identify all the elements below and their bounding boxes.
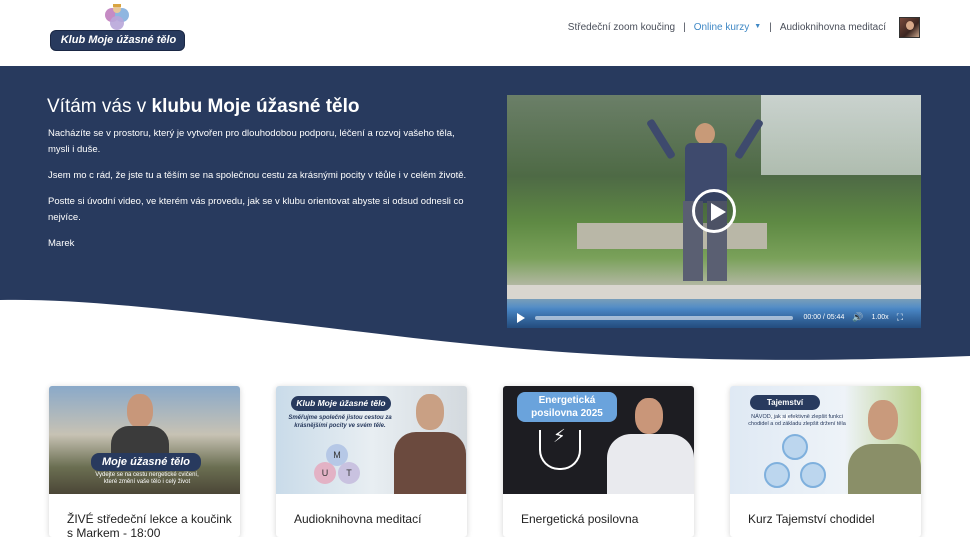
- avatar[interactable]: [899, 16, 920, 38]
- video-controls: 00:00 / 05:44 🔊 1.00x ⛶: [507, 307, 921, 328]
- card-image: Klub Moje úžasné tělo Směřujme společně …: [276, 386, 467, 494]
- foot-diagram-icon: [764, 462, 790, 488]
- intro-paragraph: Postte si úvodní video, ve kterém vás pr…: [48, 196, 464, 223]
- title-prefix: Vítám vás v: [47, 96, 152, 117]
- card-badge-line: Energetická: [538, 395, 596, 406]
- course-card-live-lessons[interactable]: Moje úžasné tělo Vydejte se na cestu ner…: [49, 386, 240, 537]
- card-subtitle-line: NÁVOD, jak si efektivně zlepšit funkci: [751, 414, 843, 420]
- nav-separator: |: [683, 21, 686, 33]
- main-nav: Středeční zoom koučing | Online kurzy ▼ |…: [568, 15, 920, 39]
- signature: Marek: [48, 238, 75, 249]
- logo-text: Klub Moje úžasné tělo: [60, 34, 177, 46]
- card-badge: Moje úžasné tělo: [91, 453, 201, 471]
- card-image-body: [394, 432, 466, 494]
- card-badge: Energetická posilovna 2025: [517, 392, 617, 422]
- nav-item-label: Online kurzy: [693, 21, 750, 33]
- card-image-body: [848, 444, 921, 494]
- course-card-feet-secrets[interactable]: Tajemství chodidel NÁVOD, jak si efektiv…: [730, 386, 921, 537]
- card-image-face: [127, 394, 153, 428]
- card-circle-letter: U: [314, 462, 336, 484]
- play-icon[interactable]: [517, 312, 525, 323]
- card-subtitle: Směřujme společně jistou cestou za krásn…: [288, 415, 392, 429]
- card-image: Moje úžasné tělo Vydejte se na cestu ner…: [49, 386, 240, 494]
- video-time: 00:00 / 05:44: [803, 314, 845, 321]
- card-subtitle-line: chodidel a od základu zlepšit držení těl…: [748, 421, 846, 427]
- hero-section: Vítám vás v klubu Moje úžasné tělo Nachá…: [0, 66, 970, 366]
- card-badge-line: posilovna 2025: [531, 408, 603, 419]
- chevron-down-icon: ▼: [754, 23, 762, 31]
- card-subtitle-line: Vydejte se na cestu nergetické cvičení,: [95, 472, 199, 478]
- intro-video[interactable]: 00:00 / 05:44 🔊 1.00x ⛶: [507, 95, 921, 328]
- card-subtitle: NÁVOD, jak si efektivně zlepšit funkci c…: [742, 414, 852, 428]
- video-person-arm: [733, 118, 765, 160]
- hero-intro-text: Nacházíte se v prostoru, který je vytvoř…: [48, 126, 468, 262]
- page-title: Vítám vás v klubu Moje úžasné tělo: [47, 96, 360, 118]
- video-pool-edge: [507, 285, 921, 299]
- playback-speed[interactable]: 1.00x: [872, 314, 889, 321]
- nav-item-online-courses[interactable]: Online kurzy ▼: [694, 22, 762, 33]
- foot-diagram-icon: [800, 462, 826, 488]
- lightning-icon: ⚡: [553, 426, 566, 446]
- card-image-face: [868, 400, 898, 440]
- volume-icon[interactable]: 🔊: [852, 312, 863, 323]
- card-image-face: [635, 398, 663, 434]
- card-title[interactable]: ŽIVÉ středeční lekce a koučink s Markem …: [67, 512, 237, 537]
- card-title[interactable]: Audioknihovna meditací: [294, 512, 464, 526]
- video-progress-bar[interactable]: [535, 315, 794, 320]
- logo-mark-icon: [105, 4, 129, 30]
- course-card-meditation-library[interactable]: Klub Moje úžasné tělo Směřujme společně …: [276, 386, 467, 537]
- video-sky: [761, 95, 921, 175]
- card-image-body: [607, 434, 694, 494]
- card-title[interactable]: Kurz Tajemství chodidel: [748, 512, 918, 526]
- card-subtitle: Vydejte se na cestu nergetické cvičení, …: [91, 472, 203, 486]
- card-circle-letter: T: [338, 462, 360, 484]
- nav-item-meditation-library[interactable]: Audioknihovna meditací: [780, 22, 886, 33]
- intro-paragraph: Nacházíte se v prostoru, který je vytvoř…: [48, 128, 455, 155]
- site-header: Klub Moje úžasné tělo Středeční zoom kou…: [0, 0, 970, 66]
- logo-pill: Klub Moje úžasné tělo: [50, 30, 185, 51]
- card-badge: Klub Moje úžasné tělo: [291, 396, 391, 411]
- card-image: Energetická posilovna 2025 ⚡: [503, 386, 694, 494]
- card-title[interactable]: Energetická posilovna: [521, 512, 691, 526]
- intro-paragraph: Jsem mo c rád, že jste tu a těším se na …: [48, 170, 467, 181]
- nav-item-zoom-coaching[interactable]: Středeční zoom koučing: [568, 22, 675, 33]
- foot-diagram-icon: [782, 434, 808, 460]
- play-button[interactable]: [692, 189, 736, 233]
- card-subtitle-line: které změní vaše tělo i celý život: [103, 479, 191, 485]
- card-badge: Tajemství chodidel: [750, 395, 820, 422]
- video-wall: [577, 223, 767, 249]
- card-image-face: [416, 394, 444, 430]
- site-logo[interactable]: Klub Moje úžasné tělo: [50, 2, 185, 52]
- fullscreen-icon[interactable]: ⛶: [897, 312, 903, 323]
- video-person-head: [695, 123, 715, 145]
- card-image-body: [111, 426, 169, 456]
- title-bold: klubu Moje úžasné tělo: [151, 96, 360, 117]
- nav-separator: |: [769, 21, 772, 33]
- video-person-arm: [645, 118, 677, 160]
- course-card-energy-gym[interactable]: Energetická posilovna 2025 ⚡ Energetická…: [503, 386, 694, 537]
- card-image: Tajemství chodidel NÁVOD, jak si efektiv…: [730, 386, 921, 494]
- page: Klub Moje úžasné tělo Středeční zoom kou…: [0, 0, 970, 537]
